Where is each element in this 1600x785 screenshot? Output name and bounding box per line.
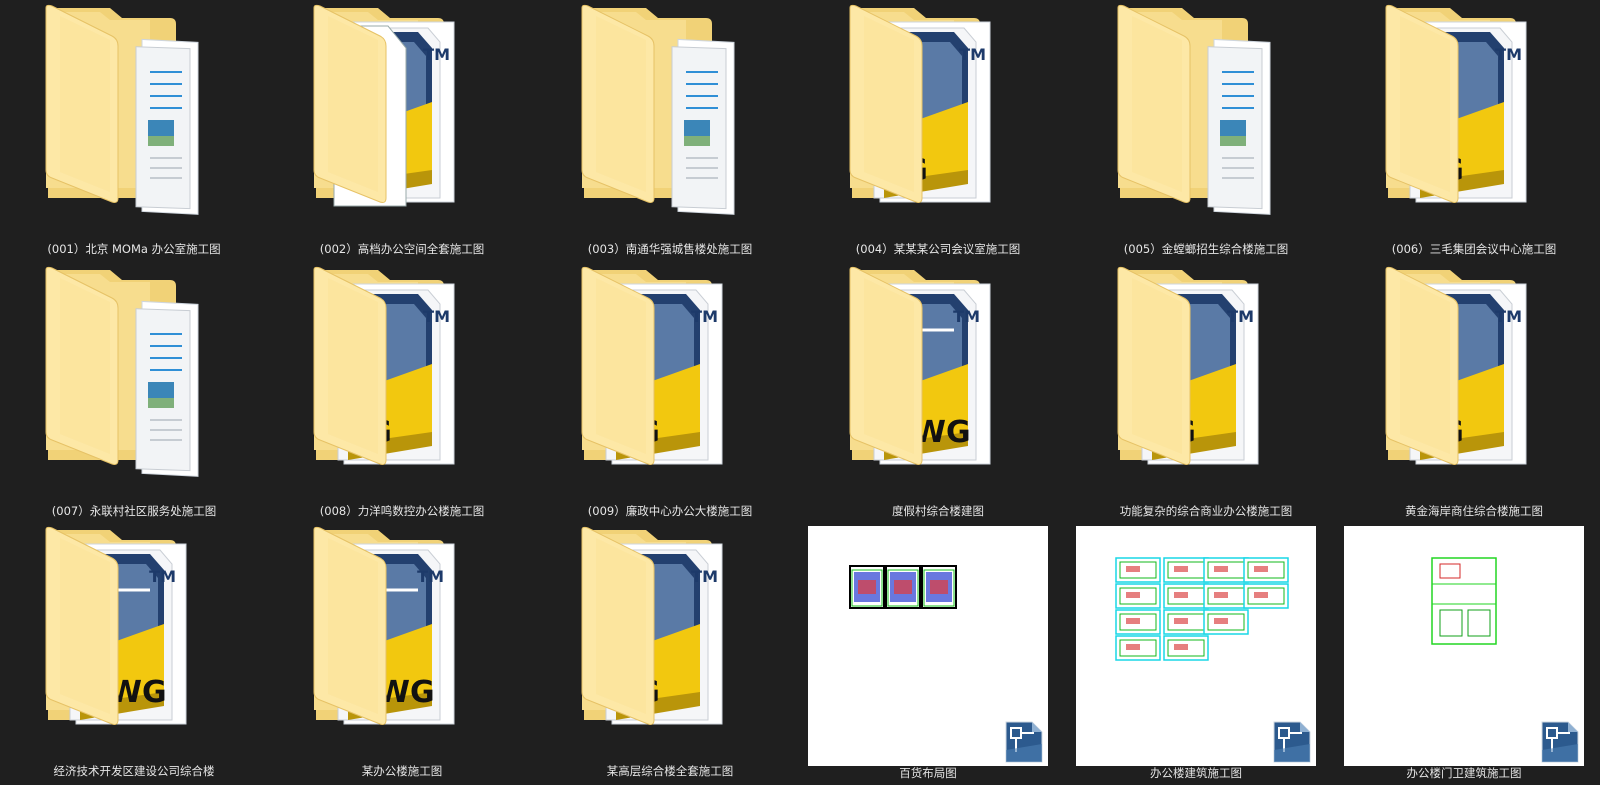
folder-item[interactable]: TM DWG 某办公楼施工图: [268, 522, 536, 778]
folder-label: 功能复杂的综合商业办公楼施工图: [1119, 504, 1293, 518]
folder-thumbnail: [1072, 0, 1340, 240]
folder-thumbnail: [0, 0, 268, 240]
dwg-file-icon: [1541, 721, 1579, 763]
folder-item[interactable]: TMVG (008）力洋鸣数控办公楼施工图: [268, 262, 536, 518]
folder-icon: TMVG: [1385, 4, 1527, 203]
folder-label: 黄金海岸商住综合楼施工图: [1405, 504, 1543, 518]
folder-thumbnail: TMVG: [268, 262, 536, 502]
dwg-file-thumbnail[interactable]: [1076, 526, 1316, 766]
svg-text:TM: TM: [1495, 45, 1522, 64]
folder-icon: TM DWG: [849, 266, 991, 465]
folder-label: (008）力洋鸣数控办公楼施工图: [319, 504, 485, 518]
folder-icon: TMVG: [313, 266, 455, 465]
folder-item[interactable]: TMVG 某高层综合楼全套施工图: [536, 522, 804, 778]
folder-item[interactable]: (007）永联村社区服务处施工图: [0, 262, 268, 518]
folder-thumbnail: TM DWG: [0, 522, 268, 762]
folder-label: 某高层综合楼全套施工图: [606, 764, 734, 778]
folder-icon: [1117, 4, 1271, 215]
folder-label: (009）廉政中心办公大楼施工图: [587, 504, 753, 518]
folder-label: 经济技术开发区建设公司综合楼: [53, 764, 215, 778]
svg-text:TM: TM: [149, 567, 176, 586]
svg-text:TM: TM: [953, 307, 980, 326]
dwg-file-icon: [1273, 721, 1311, 763]
folder-thumbnail: TM: [268, 0, 536, 240]
folder-item[interactable]: (001）北京 MOMa 办公室施工图: [0, 0, 268, 256]
file-label: 百货布局图: [899, 766, 957, 780]
folder-icon: TMVG: [1117, 266, 1259, 465]
svg-text:TM: TM: [423, 45, 450, 64]
svg-text:TM: TM: [691, 307, 718, 326]
folder-icon: TM DWG: [45, 526, 187, 725]
folder-item[interactable]: TMVG 黄金海岸商住综合楼施工图: [1340, 262, 1600, 518]
folder-thumbnail: TM DWG: [804, 262, 1072, 502]
svg-text:TM: TM: [1495, 307, 1522, 326]
folder-icon: TMVG: [1385, 266, 1527, 465]
folder-label: (005）金螳螂招生综合楼施工图: [1123, 242, 1289, 256]
folder-label: (002）高档办公空间全套施工图: [319, 242, 485, 256]
folder-label: (001）北京 MOMa 办公室施工图: [47, 242, 221, 256]
folder-label: (004）某某某公司会议室施工图: [855, 242, 1021, 256]
folder-label: (003）南通华强城售楼处施工图: [587, 242, 753, 256]
folder-item[interactable]: TMVG (009）廉政中心办公大楼施工图: [536, 262, 804, 518]
folder-item[interactable]: TM (002）高档办公空间全套施工图: [268, 0, 536, 256]
dwg-file-thumbnail[interactable]: [1344, 526, 1584, 766]
folder-icon: [45, 4, 199, 215]
folder-icon: TM: [313, 4, 455, 207]
folder-item[interactable]: (005）金螳螂招生综合楼施工图: [1072, 0, 1340, 256]
folder-item[interactable]: TM DWG 度假村综合楼建图: [804, 262, 1072, 518]
svg-text:TM: TM: [959, 45, 986, 64]
folder-label: 某办公楼施工图: [361, 764, 443, 778]
file-explorer-grid: (001）北京 MOMa 办公室施工图 TM (002）高档办公空间全套施工图: [0, 0, 1600, 785]
folder-icon: TMVG: [849, 4, 991, 203]
file-label: 办公楼建筑施工图: [1150, 766, 1242, 780]
folder-icon: TMVG: [581, 526, 723, 725]
dwg-file-icon: [1005, 721, 1043, 763]
folder-thumbnail: [0, 262, 268, 502]
folder-item[interactable]: TM DWG 经济技术开发区建设公司综合楼: [0, 522, 268, 778]
folder-item[interactable]: (003）南通华强城售楼处施工图: [536, 0, 804, 256]
folder-thumbnail: TMVG: [1340, 262, 1600, 502]
folder-label: (006）三毛集团会议中心施工图: [1391, 242, 1557, 256]
folder-item[interactable]: TMVG (006）三毛集团会议中心施工图: [1340, 0, 1600, 256]
folder-icon: [45, 266, 199, 477]
folder-thumbnail: [536, 0, 804, 240]
folder-label: 度假村综合楼建图: [892, 504, 984, 518]
folder-thumbnail: TM DWG: [268, 522, 536, 762]
folder-item[interactable]: TMVG 功能复杂的综合商业办公楼施工图: [1072, 262, 1340, 518]
folder-thumbnail: TMVG: [536, 522, 804, 762]
svg-text:TM: TM: [691, 567, 718, 586]
svg-text:TM: TM: [1227, 307, 1254, 326]
svg-text:TM: TM: [417, 567, 444, 586]
folder-icon: [581, 4, 735, 215]
folder-thumbnail: TMVG: [1340, 0, 1600, 240]
dwg-file-thumbnail[interactable]: [808, 526, 1048, 766]
folder-icon: TMVG: [581, 266, 723, 465]
file-label: 办公楼门卫建筑施工图: [1406, 766, 1522, 780]
folder-thumbnail: TMVG: [1072, 262, 1340, 502]
folder-thumbnail: TMVG: [536, 262, 804, 502]
svg-text:TM: TM: [423, 307, 450, 326]
folder-icon: TM DWG: [313, 526, 455, 725]
folder-thumbnail: TMVG: [804, 0, 1072, 240]
folder-label: (007）永联村社区服务处施工图: [51, 504, 217, 518]
folder-item[interactable]: TMVG (004）某某某公司会议室施工图: [804, 0, 1072, 256]
